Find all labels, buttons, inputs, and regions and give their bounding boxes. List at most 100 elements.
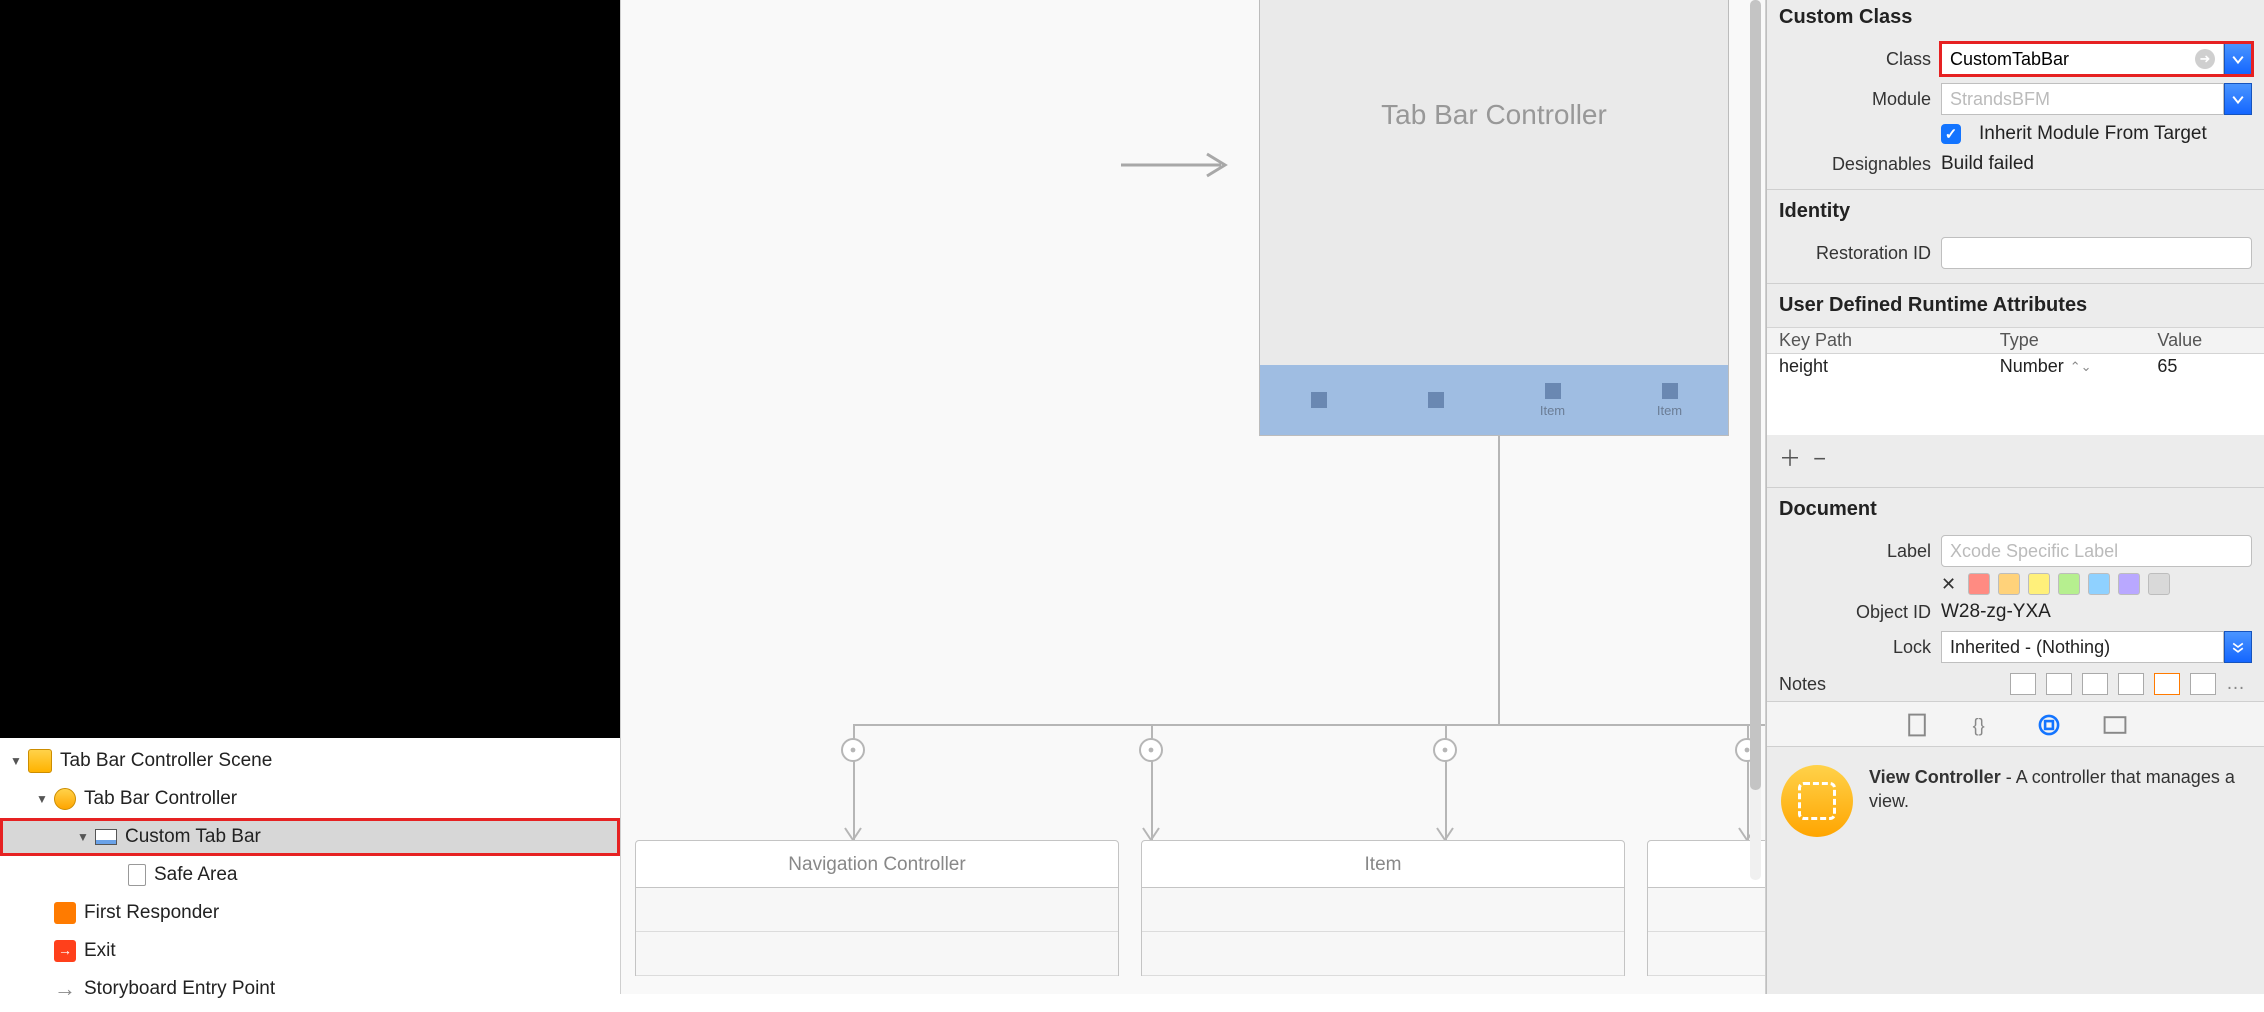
first-responder-row[interactable]: First Responder [0, 894, 620, 932]
color-chip[interactable] [2088, 573, 2110, 595]
color-chip[interactable] [2118, 573, 2140, 595]
tab-slot[interactable]: Item [1494, 365, 1611, 435]
vc-library-icon [1781, 765, 1853, 837]
tab-icon [1545, 383, 1561, 399]
font-icon[interactable] [2190, 673, 2216, 695]
lock-label: Lock [1779, 637, 1931, 658]
tab-icon [1662, 383, 1678, 399]
jump-icon[interactable]: ➜ [2195, 49, 2215, 69]
restoration-id-label: Restoration ID [1779, 243, 1931, 264]
vc-icon [54, 788, 76, 810]
stepper-icon[interactable]: ⌃⌄ [2070, 359, 2092, 375]
remove-attr-button[interactable]: − [1813, 446, 1826, 471]
safearea-icon [128, 864, 146, 886]
segue-joint-icon[interactable] [841, 738, 865, 762]
exit-label: Exit [84, 940, 116, 962]
code-snippet-tab[interactable]: {} [1970, 712, 1996, 738]
col-value: Value [2157, 330, 2252, 351]
text-color-icon[interactable] [2154, 673, 2180, 695]
child-scene-item[interactable]: Item [1141, 840, 1625, 976]
color-chip[interactable] [2058, 573, 2080, 595]
restoration-id-field[interactable] [1941, 237, 2252, 269]
custom-tabbar-label: Custom Tab Bar [125, 826, 261, 848]
first-responder-icon [54, 902, 76, 924]
color-chip[interactable] [2148, 573, 2170, 595]
clear-color-icon[interactable]: ✕ [1941, 574, 1956, 595]
entry-label: Storyboard Entry Point [84, 978, 275, 1000]
exit-row[interactable]: Exit [0, 932, 620, 970]
storyboard-canvas[interactable]: Tab Bar Controller Item Item Navigation … [620, 0, 1766, 994]
tab-icon [1428, 392, 1444, 408]
custom-class-header: Custom Class [1767, 0, 2264, 39]
safe-area-label: Safe Area [154, 864, 237, 886]
child-scene-partial[interactable] [1647, 840, 1766, 976]
col-keypath: Key Path [1779, 330, 2000, 351]
custom-tabbar-row[interactable]: Custom Tab Bar [0, 818, 620, 856]
tabbar-icon [95, 829, 117, 845]
class-combo[interactable]: ➜ [1941, 43, 2252, 75]
runtime-attrs-header: User Defined Runtime Attributes [1767, 288, 2264, 327]
lock-dropdown-button[interactable] [2224, 631, 2252, 663]
runtime-attrs-table[interactable]: Key Path Type Value height Number⌃⌄ 65 [1767, 327, 2264, 435]
disclosure-icon[interactable] [75, 829, 91, 845]
doc-label-field[interactable]: Xcode Specific Label [1941, 535, 2252, 567]
class-dropdown-button[interactable] [2224, 43, 2252, 75]
tab-slot[interactable] [1377, 365, 1494, 435]
library-tabs: {} [1767, 701, 2264, 747]
safe-area-row[interactable]: Safe Area [0, 856, 620, 894]
class-label: Class [1779, 49, 1931, 70]
scene-title: Tab Bar Controller [1260, 99, 1728, 131]
tab-bar[interactable]: Item Item [1260, 365, 1728, 435]
designables-label: Designables [1779, 154, 1931, 175]
tabbar-controller-scene[interactable]: Tab Bar Controller Item Item [1259, 0, 1729, 436]
library-item-vc[interactable]: View Controller - A controller that mana… [1767, 747, 2264, 855]
module-label: Module [1779, 89, 1931, 110]
segue-joint-icon[interactable] [1139, 738, 1163, 762]
designables-value: Build failed [1941, 153, 2252, 175]
notes-label: Notes [1779, 674, 1826, 695]
object-library-tab[interactable] [2036, 712, 2062, 738]
scene-row[interactable]: Tab Bar Controller Scene [0, 742, 620, 780]
identity-inspector: Custom Class Class ➜ Module StrandsBFM I… [1766, 0, 2264, 994]
entry-arrow-icon: → [54, 977, 76, 1001]
scene-icon [28, 749, 52, 773]
child-scene-title: Navigation Controller [635, 840, 1119, 888]
document-header: Document [1767, 492, 2264, 531]
runtime-attr-row[interactable]: height Number⌃⌄ 65 [1767, 354, 2264, 379]
vc-row[interactable]: Tab Bar Controller [0, 780, 620, 818]
inherit-module-checkbox[interactable] [1941, 124, 1961, 144]
module-dropdown-button[interactable] [2224, 83, 2252, 115]
vc-label: Tab Bar Controller [84, 788, 237, 810]
first-responder-label: First Responder [84, 902, 219, 924]
inherit-module-label: Inherit Module From Target [1979, 123, 2207, 145]
media-library-tab[interactable] [2102, 712, 2128, 738]
tab-icon [1311, 392, 1327, 408]
color-chip[interactable] [1998, 573, 2020, 595]
add-attr-button[interactable]: ＋ [1779, 446, 1801, 471]
color-chip[interactable] [1968, 573, 1990, 595]
lock-combo[interactable]: Inherited - (Nothing) [1941, 631, 2252, 663]
scene-label: Tab Bar Controller Scene [60, 750, 272, 772]
object-id-value: W28-zg-YXA [1941, 601, 2252, 623]
canvas-scrollbar[interactable] [1750, 0, 1761, 880]
disclosure-icon[interactable] [34, 791, 50, 807]
entry-point-row[interactable]: → Storyboard Entry Point [0, 970, 620, 1008]
child-scene-nav[interactable]: Navigation Controller [635, 840, 1119, 976]
align-right-icon[interactable] [2082, 673, 2108, 695]
align-center-icon[interactable] [2046, 673, 2072, 695]
identity-header: Identity [1767, 194, 2264, 233]
module-combo[interactable]: StrandsBFM [1941, 83, 2252, 115]
tab-slot[interactable]: Item [1611, 365, 1728, 435]
file-template-tab[interactable] [1904, 712, 1930, 738]
segue-joint-icon[interactable] [1433, 738, 1457, 762]
align-left-icon[interactable] [2010, 673, 2036, 695]
doc-label-label: Label [1779, 541, 1931, 562]
child-scene-title: Item [1141, 840, 1625, 888]
tab-slot[interactable] [1260, 365, 1377, 435]
label-color-chips[interactable]: ✕ [1767, 571, 2264, 597]
color-chip[interactable] [2028, 573, 2050, 595]
class-input[interactable] [1950, 49, 2189, 70]
svg-text:{}: {} [1972, 716, 1984, 736]
disclosure-icon[interactable] [8, 753, 24, 769]
align-justify-icon[interactable] [2118, 673, 2144, 695]
